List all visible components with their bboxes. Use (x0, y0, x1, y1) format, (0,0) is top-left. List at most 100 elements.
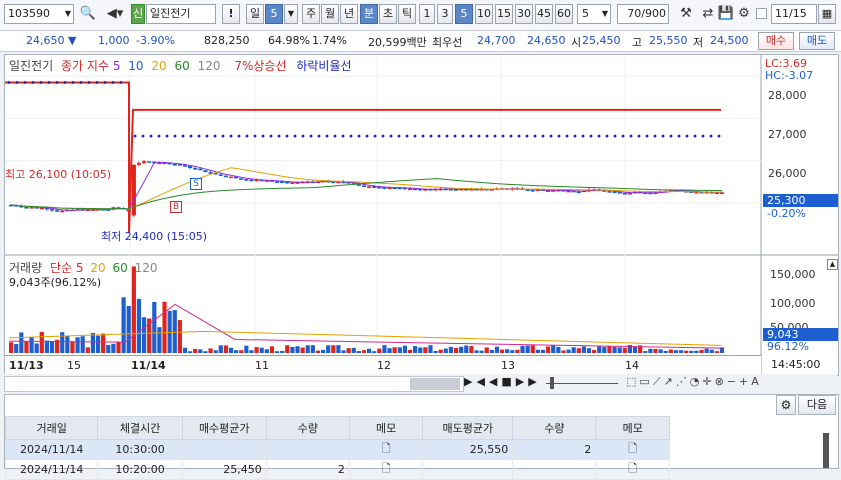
memo-doc-icon[interactable]: 🗋 (348, 439, 424, 460)
volume-bar (658, 349, 663, 353)
table-row[interactable]: 2024/11/14 10:20:00 25,450 2 🗋 🗋 (4, 459, 670, 480)
calendar-icon[interactable]: ▦ (818, 4, 836, 24)
tool-cross-icon[interactable]: ✛ (702, 375, 714, 388)
vol-ma-label[interactable]: 단순 (50, 261, 72, 275)
legend-lower-line[interactable]: 하락비율선 (296, 59, 351, 73)
tool-line-icon[interactable]: ⟋ (653, 375, 664, 388)
settings-icon[interactable]: ⚙ (734, 4, 754, 24)
zoom-slider[interactable] (542, 376, 622, 390)
period-dropdown-icon[interactable]: ▼ (284, 4, 298, 24)
panel-settings-icon[interactable]: ⚙ (776, 395, 796, 415)
legend-ma20[interactable]: 20 (151, 59, 166, 73)
col-buy-memo[interactable]: 메모 (348, 416, 424, 440)
unit-tick-button[interactable]: 틱 (398, 4, 416, 24)
legend-ma60[interactable]: 60 (175, 59, 190, 73)
candle-body (367, 186, 372, 188)
legend-ma10[interactable]: 10 (128, 59, 143, 73)
buy-button[interactable]: 매수 (758, 32, 794, 50)
interval-15[interactable]: 15 (495, 4, 513, 24)
stop-icon[interactable]: ■ (501, 375, 515, 388)
search-icon[interactable]: 🔍 (78, 4, 98, 24)
unit-minute-button[interactable]: 분 (360, 4, 378, 24)
vol-ma60[interactable]: 60 (112, 261, 127, 275)
tool-circle-icon[interactable]: ◔ (690, 375, 703, 388)
interval-60[interactable]: 60 (555, 4, 573, 24)
prev-icon[interactable]: ▶ (464, 375, 476, 388)
sound-icon[interactable]: ◀▾ (102, 4, 128, 24)
table-row[interactable]: 2024/11/14 10:30:00 🗋 25,550 2 🗋 (4, 439, 670, 460)
next-button[interactable]: 다음 (798, 395, 836, 415)
stock-name-field[interactable]: 일진전기 (146, 4, 216, 24)
vol-ma20[interactable]: 20 (90, 261, 105, 275)
memo-add-icon[interactable]: 🗋 (348, 459, 424, 480)
col-time[interactable]: 체결시간 (97, 416, 183, 440)
stock-code-input[interactable]: 103590 ▼ (4, 4, 74, 24)
vol-legend-label[interactable]: 거래량 (9, 261, 42, 275)
memo-doc-icon[interactable]: 🗋 (595, 459, 670, 480)
sell-marker[interactable]: S (190, 178, 202, 190)
vol-ma120[interactable]: 120 (135, 261, 158, 275)
interval-5[interactable]: 5 (455, 4, 473, 24)
unit-second-button[interactable]: 초 (379, 4, 397, 24)
volume-bar (274, 351, 280, 353)
compare-icon[interactable]: ⇄ (698, 4, 718, 24)
warning-button[interactable]: ! (222, 4, 240, 24)
date-checkbox[interactable] (756, 8, 767, 19)
scrollbar-thumb[interactable] (410, 378, 460, 390)
zoom-out-icon[interactable]: − (727, 375, 739, 388)
col-sell-memo[interactable]: 메모 (595, 416, 670, 440)
interval-10[interactable]: 10 (475, 4, 493, 24)
chart-title-tab[interactable]: 일진전기 (9, 59, 53, 73)
sell-button[interactable]: 매도 (799, 32, 835, 50)
interval-1[interactable]: 1 (419, 4, 435, 24)
vol-ma5[interactable]: 5 (76, 261, 84, 275)
price-volume-chart[interactable] (5, 55, 838, 375)
col-buy-qty[interactable]: 수량 (265, 416, 350, 440)
interval-45[interactable]: 45 (535, 4, 553, 24)
rewind-icon[interactable]: ◀◀ (476, 375, 501, 388)
col-sell-avg[interactable]: 매도평균가 (422, 416, 514, 440)
legend-ma120[interactable]: 120 (198, 59, 221, 73)
zoom-in-icon[interactable]: + (739, 375, 751, 388)
tool-fib-icon[interactable]: ⋰ (676, 375, 690, 388)
period-day-button[interactable]: 일 (246, 4, 264, 24)
tool-rect-icon[interactable]: ▭ (639, 375, 652, 388)
zoom-slider-handle[interactable] (550, 377, 554, 389)
interval-3[interactable]: 3 (437, 4, 453, 24)
font-icon[interactable]: A (751, 375, 762, 388)
buy-marker[interactable]: B (170, 201, 182, 213)
save-icon[interactable]: 💾 (716, 4, 736, 24)
pane-collapse-icon[interactable]: ▲ (827, 259, 838, 270)
tool-magnet-icon[interactable]: ⊗ (715, 375, 727, 388)
lower-line-dot (669, 134, 673, 138)
chart-scrollbar[interactable] (4, 376, 464, 392)
interval-30[interactable]: 30 (515, 4, 533, 24)
tool-trend-icon[interactable]: ↗ (664, 375, 676, 388)
legend-upper-line[interactable]: 7%상승선 (234, 59, 286, 73)
xtick-12: 12 (377, 359, 391, 372)
volume-bar (668, 349, 673, 353)
legend-price-label[interactable]: 종가 지수 (61, 59, 109, 73)
count-input[interactable]: 70/900 (617, 4, 669, 24)
col-buy-avg[interactable]: 매수평균가 (181, 416, 267, 440)
period-week-button[interactable]: 주 (302, 4, 320, 24)
chart-panel[interactable]: 일진전기 종가 지수 5 10 20 60 120 7%상승선 하락비율선 LC… (4, 54, 839, 376)
indicator-icon[interactable]: ⚒ (676, 4, 696, 24)
memo-add-icon[interactable]: 🗋 (595, 439, 670, 460)
period-value[interactable]: 5 (265, 4, 283, 24)
period-year-button[interactable]: 년 (340, 4, 358, 24)
interval-select[interactable]: 5 ▼ (577, 4, 611, 24)
period-month-button[interactable]: 월 (321, 4, 339, 24)
volume-bar (653, 348, 658, 353)
tool-select-icon[interactable]: ⬚ (626, 375, 639, 388)
forward-icon[interactable]: ▶▶ (516, 375, 541, 388)
playback-controls[interactable]: ▶◀◀■▶▶ (464, 375, 541, 388)
drawing-tools[interactable]: ⬚▭⟋↗⋰◔✛⊗−+A (626, 375, 762, 389)
legend-ma5[interactable]: 5 (113, 59, 121, 73)
table-scrollbar[interactable] (823, 433, 829, 468)
col-date[interactable]: 거래일 (4, 416, 99, 440)
col-sell-qty[interactable]: 수량 (512, 416, 597, 440)
date-input[interactable]: 11/15 (771, 4, 817, 24)
volume-bar (714, 351, 719, 353)
volume-bar (418, 347, 423, 353)
